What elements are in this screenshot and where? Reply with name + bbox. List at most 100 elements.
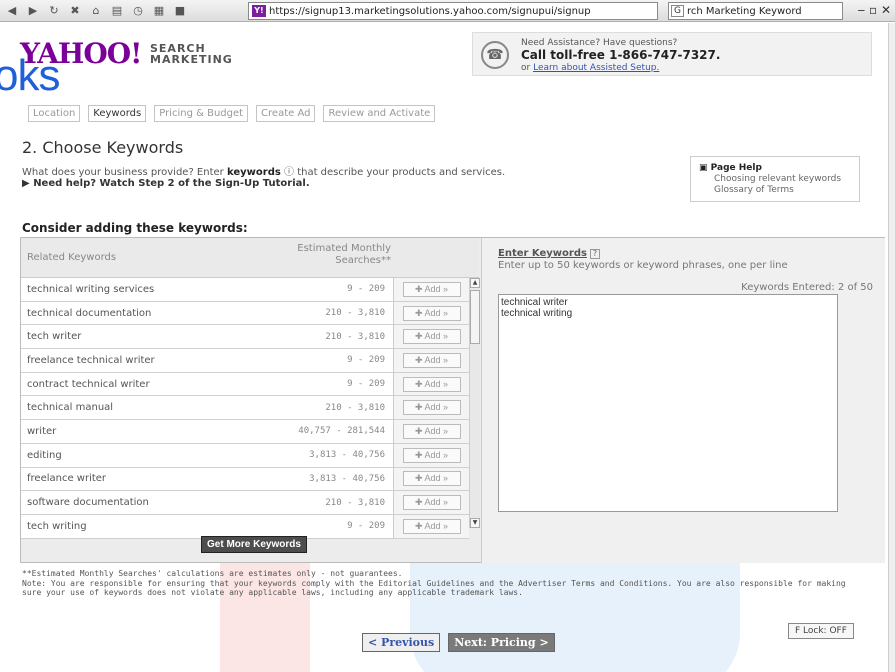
col-est-line1: Estimated Monthly: [297, 243, 391, 254]
add-label: Add: [424, 473, 441, 484]
help-question-icon[interactable]: ⓘ: [284, 167, 294, 178]
enter-heading-text: Enter Keywords: [498, 248, 587, 259]
keyword-cell: editing: [27, 449, 62, 461]
help-link-choosing[interactable]: Choosing relevant keywords: [699, 174, 851, 184]
add-label: Add: [424, 425, 441, 436]
searches-cell: 40,757 - 281,544: [298, 426, 385, 437]
arrow-right-icon: »: [443, 449, 449, 460]
reload-icon[interactable]: ↻: [45, 3, 63, 19]
table-row: technical documentation 210 - 3,810 ✚ Add …: [21, 301, 469, 326]
intro-part-b: that describe your products and services…: [297, 167, 506, 178]
page-help-box: ▣ Page Help Choosing relevant keywords G…: [690, 156, 860, 202]
add-keyword-button[interactable]: ✚ Add »: [402, 352, 461, 368]
plus-icon: ✚: [414, 331, 423, 342]
tutorial-link[interactable]: ▶ Need help? Watch Step 2 of the Sign-Up…: [22, 178, 310, 189]
plus-icon: ✚: [414, 473, 423, 484]
keyword-cell: freelance writer: [27, 473, 107, 485]
intro-keyword: keywords: [226, 167, 281, 178]
searches-cell: 9 - 209: [347, 355, 385, 366]
arrow-right-icon: »: [443, 307, 449, 318]
assisted-setup-link[interactable]: Learn about Assisted Setup.: [533, 63, 659, 73]
get-more-keywords-button[interactable]: Get More Keywords: [201, 536, 307, 553]
table-row: contract technical writer 9 - 209 ✚ Add »: [21, 372, 469, 397]
enter-keywords-area: Enter Keywords? Enter up to 50 keywords …: [481, 238, 885, 563]
add-keyword-button[interactable]: ✚ Add »: [402, 423, 461, 439]
step-review[interactable]: Review and Activate: [323, 105, 436, 122]
url-text: https://signup13.marketingsolutions.yaho…: [269, 5, 591, 17]
page-scrollbar[interactable]: [888, 23, 895, 672]
help-book-icon: ▣: [699, 163, 708, 173]
keywords-count: Keywords Entered: 2 of 50: [741, 282, 873, 293]
keyword-cell: technical writing services: [27, 283, 155, 295]
keyword-cell: tech writing: [27, 520, 87, 532]
table-row: writer 40,757 - 281,544 ✚ Add »: [21, 420, 469, 444]
bookmark-icon[interactable]: ▤: [108, 3, 126, 19]
add-cell: ✚ Add »: [393, 301, 469, 325]
add-label: Add: [424, 520, 441, 531]
add-keyword-button[interactable]: ✚ Add »: [402, 447, 461, 463]
add-cell: ✚ Add »: [393, 325, 469, 349]
keyword-panel: Related Keywords Estimated Monthly Searc…: [20, 237, 885, 563]
enter-keywords-instructions: Enter up to 50 keywords or keyword phras…: [498, 260, 788, 271]
plus-icon: ✚: [414, 307, 423, 318]
assist-phone: Call toll-free 1-866-747-7327.: [521, 48, 721, 62]
back-icon[interactable]: ◀: [3, 3, 21, 19]
searches-cell: 9 - 209: [347, 379, 385, 390]
help-question-icon-2[interactable]: ?: [589, 249, 600, 259]
history-icon[interactable]: ◷: [129, 3, 147, 19]
add-keyword-button[interactable]: ✚ Add »: [402, 281, 461, 297]
print-icon[interactable]: ▦: [150, 3, 168, 19]
searches-cell: 210 - 3,810: [325, 308, 385, 319]
url-bar[interactable]: Y! https://signup13.marketingsolutions.y…: [248, 2, 658, 20]
table-scrollbar[interactable]: ▲ ▼: [469, 278, 480, 528]
step-create-ad[interactable]: Create Ad: [256, 105, 316, 122]
step-keywords[interactable]: Keywords: [88, 105, 147, 122]
add-keyword-button[interactable]: ✚ Add »: [402, 471, 461, 487]
add-keyword-button[interactable]: ✚ Add »: [402, 329, 461, 345]
step-pricing[interactable]: Pricing & Budget: [154, 105, 249, 122]
table-row: technical writing services 9 - 209 ✚ Add »: [21, 278, 469, 302]
intro-text: What does your business provide? Enter k…: [22, 163, 505, 178]
add-cell: ✚ Add »: [393, 349, 469, 372]
forward-icon[interactable]: ▶: [24, 3, 42, 19]
step-location[interactable]: Location: [28, 105, 81, 122]
add-keyword-button[interactable]: ✚ Add »: [402, 376, 461, 392]
arrow-right-icon: »: [443, 402, 449, 413]
previous-button[interactable]: < Previous: [362, 633, 441, 652]
stop-icon[interactable]: ✖: [66, 3, 84, 19]
add-cell: ✚ Add »: [393, 514, 469, 538]
arrow-right-icon: »: [443, 497, 449, 508]
home-icon[interactable]: ⌂: [87, 3, 105, 19]
keywords-textarea[interactable]: [498, 294, 838, 512]
scroll-up-icon[interactable]: ▲: [470, 278, 480, 288]
searches-cell: 3,813 - 40,756: [309, 450, 385, 461]
progress-steps: Location Keywords Pricing & Budget Creat…: [28, 105, 436, 122]
col-est-line2: Searches**: [335, 255, 391, 266]
keyword-cell: technical manual: [27, 402, 114, 414]
next-pricing-button[interactable]: Next: Pricing >: [448, 633, 555, 652]
add-keyword-button[interactable]: ✚ Add »: [402, 495, 461, 511]
keyword-cell: writer: [27, 425, 57, 437]
help-link-glossary[interactable]: Glossary of Terms: [699, 185, 851, 195]
wizard-nav: < Previous Next: Pricing >: [362, 633, 555, 652]
window-controls[interactable]: ‒ ▫ ✕: [858, 3, 891, 17]
table-row: software documentation 210 - 3,810 ✚ Add »: [21, 491, 469, 515]
add-keyword-button[interactable]: ✚ Add »: [402, 305, 461, 321]
table-row: technical manual 210 - 3,810 ✚ Add »: [21, 396, 469, 421]
search-value: rch Marketing Keyword: [687, 5, 802, 17]
scroll-thumb[interactable]: [470, 290, 480, 344]
table-row: freelance writer 3,813 - 40,756 ✚ Add »: [21, 467, 469, 492]
add-keyword-button[interactable]: ✚ Add »: [402, 400, 461, 416]
keyword-cell: tech writer: [27, 331, 82, 343]
consider-heading: Consider adding these keywords:: [22, 221, 248, 235]
enter-keywords-heading: Enter Keywords?: [498, 248, 600, 259]
scroll-down-icon[interactable]: ▼: [470, 518, 480, 528]
arrow-right-icon: »: [443, 520, 449, 531]
assist-or: or: [521, 63, 531, 73]
browser-toolbar: ◀ ▶ ↻ ✖ ⌂ ▤ ◷ ▦ ■ Y! https://signup13.ma…: [0, 0, 895, 22]
add-cell: ✚ Add »: [393, 278, 469, 301]
keyword-cell: software documentation: [27, 497, 149, 509]
add-keyword-button[interactable]: ✚ Add »: [402, 518, 461, 534]
browser-search-input[interactable]: G rch Marketing Keyword: [668, 2, 843, 20]
plus-icon: ✚: [414, 354, 423, 365]
